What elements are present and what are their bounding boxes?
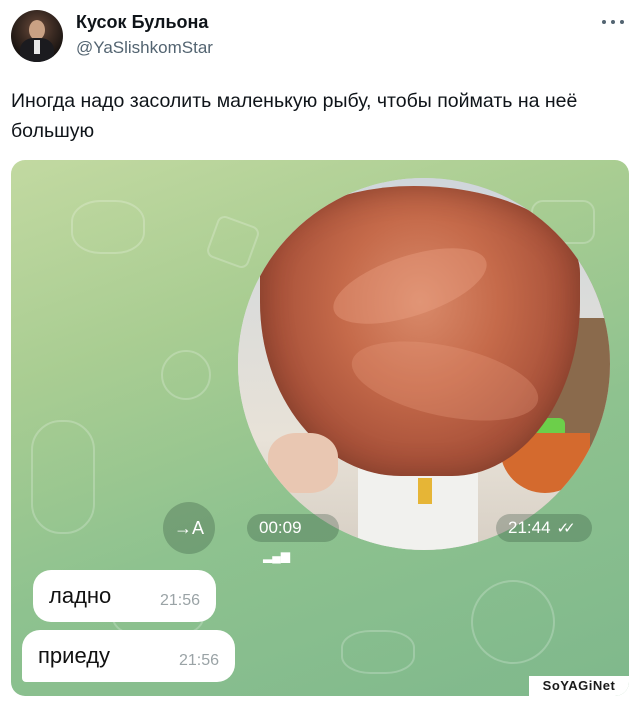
message-bubble[interactable]: приеду 21:56	[22, 630, 235, 682]
video-duration: 00:09	[259, 518, 302, 537]
avatar-head	[29, 20, 45, 40]
message-time: 21:56	[159, 592, 200, 609]
background-doodle	[161, 350, 211, 400]
message-bubble[interactable]: ладно 21:56	[33, 570, 216, 622]
tweet-media-chat-screenshot[interactable]: →A 00:09 ▂▄▆ 21:44 ✓✓ ладно 21:56 приеду 2…	[11, 160, 629, 696]
round-video-message[interactable]	[238, 178, 610, 550]
audio-bars-icon: ▂▄▆	[263, 549, 290, 563]
tweet-text: Иногда надо засолить маленькую рыбу, что…	[11, 90, 578, 142]
author-avatar[interactable]	[11, 10, 63, 62]
background-doodle	[471, 580, 555, 664]
hand	[268, 433, 338, 493]
background-doodle	[31, 420, 95, 534]
video-time-badge: 21:44 ✓✓	[496, 514, 592, 542]
video-time: 21:44	[508, 518, 551, 537]
watermark-logo: SoYAGiNet	[529, 676, 629, 696]
video-duration-badge: 00:09 ▂▄▆	[247, 514, 339, 563]
message-text: приеду	[38, 643, 111, 668]
message-time: 21:56	[178, 652, 219, 669]
double-check-icon: ✓✓	[556, 520, 576, 537]
forward-button[interactable]: →A	[163, 502, 215, 554]
author-name[interactable]: Кусок Бульона	[76, 12, 208, 33]
author-handle[interactable]: @YaSlishkomStar	[76, 38, 213, 58]
message-text: ладно	[49, 583, 112, 608]
background-doodle	[341, 630, 415, 674]
avatar-shirt	[34, 40, 40, 54]
more-options-icon[interactable]	[602, 18, 624, 26]
background-doodle	[71, 200, 145, 254]
